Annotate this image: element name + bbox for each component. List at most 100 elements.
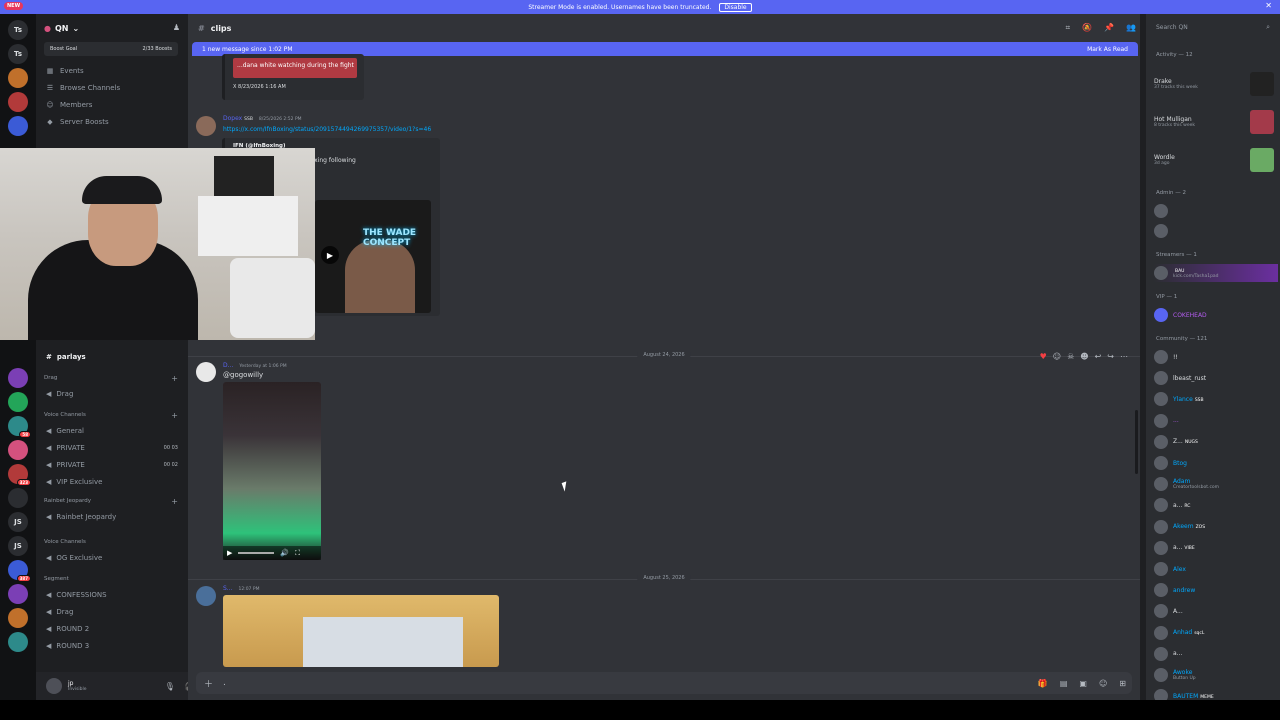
sticker-icon[interactable]: ▣ bbox=[1079, 679, 1087, 688]
add-reaction-icon[interactable]: ☻ bbox=[1080, 352, 1088, 361]
apps-icon[interactable]: ⊞ bbox=[1119, 679, 1126, 688]
activity-card[interactable]: Wordle 3d ago bbox=[1154, 146, 1278, 176]
close-icon[interactable]: ✕ bbox=[1265, 1, 1272, 10]
server-header[interactable]: ● QN ⌄ ♟ bbox=[36, 14, 186, 42]
member-item[interactable]: !! bbox=[1154, 348, 1278, 366]
nav-server-boosts[interactable]: ◆ Server Boosts bbox=[36, 113, 186, 130]
mute-icon[interactable]: 🔕 bbox=[1082, 23, 1092, 33]
play-icon[interactable]: ▶ bbox=[321, 246, 339, 264]
channel-og-exclusive[interactable]: ◀ OG Exclusive bbox=[36, 549, 186, 566]
add-channel-icon[interactable]: + bbox=[171, 411, 178, 420]
server-icon[interactable]: 58 bbox=[8, 416, 31, 438]
avatar[interactable] bbox=[196, 362, 216, 382]
member-item[interactable]: Btog bbox=[1154, 454, 1278, 472]
server-icon[interactable]: Ts bbox=[8, 20, 28, 40]
skull-reaction-icon[interactable]: ☠ bbox=[1067, 352, 1074, 361]
avatar[interactable] bbox=[196, 586, 216, 606]
fullscreen-icon[interactable]: ⛶ bbox=[295, 549, 300, 558]
member-item[interactable]: COKEHEAD bbox=[1154, 306, 1278, 324]
channel-drag-2[interactable]: ◀ Drag bbox=[36, 603, 186, 620]
channel-confessions[interactable]: ◀ CONFESSIONS bbox=[36, 586, 186, 603]
server-icon[interactable]: Ts bbox=[8, 44, 28, 64]
server-icon[interactable] bbox=[8, 368, 28, 388]
add-channel-icon[interactable]: + bbox=[171, 497, 178, 506]
channel-vip-exclusive[interactable]: ◀ VIP Exclusive bbox=[36, 473, 186, 490]
disable-button[interactable]: Disable bbox=[719, 2, 752, 12]
server-icon[interactable]: JS bbox=[8, 512, 28, 532]
member-item[interactable]: Anhad sqcL bbox=[1154, 624, 1278, 642]
channel-general[interactable]: ◀ General bbox=[36, 422, 186, 439]
server-icon[interactable] bbox=[8, 392, 28, 412]
activity-card[interactable]: Drake 37 tracks this week bbox=[1154, 70, 1278, 100]
member-item[interactable]: Akeem ZOS bbox=[1154, 518, 1278, 536]
message-link[interactable]: https://x.com/IfnBoxing/status/209157449… bbox=[223, 126, 431, 133]
member-item[interactable]: Alex bbox=[1154, 560, 1278, 578]
mark-as-read-button[interactable]: Mark As Read bbox=[1087, 46, 1128, 53]
server-icon[interactable] bbox=[8, 488, 28, 508]
more-icon[interactable]: ⋯ bbox=[1120, 352, 1128, 361]
category-voice-channels-2[interactable]: Voice Channels bbox=[36, 535, 186, 549]
gift-icon[interactable]: 🎁 bbox=[1038, 679, 1048, 688]
reply-icon[interactable]: ↩ bbox=[1095, 352, 1102, 361]
member-item[interactable]: ... bbox=[1154, 412, 1278, 430]
server-icon[interactable]: 323 bbox=[8, 464, 31, 486]
emoji-reaction-icon[interactable]: ☺ bbox=[1053, 352, 1061, 361]
channel-parlays[interactable]: # parlays bbox=[36, 348, 186, 365]
channel-private[interactable]: ◀ PRIVATE 00 02 bbox=[36, 456, 186, 473]
message-author[interactable]: D... Yesterday at 1:06 PM bbox=[223, 362, 287, 369]
boost-goal[interactable]: Boost Goal 2/33 Boosts bbox=[44, 42, 178, 56]
embed-video[interactable]: THE WADE CONCEPT ▶ bbox=[315, 200, 431, 313]
member-item[interactable]: A... bbox=[1154, 602, 1278, 620]
volume-icon[interactable]: 🔊 bbox=[280, 549, 289, 557]
nav-browse-channels[interactable]: ☰ Browse Channels bbox=[36, 79, 186, 96]
nav-members[interactable]: ☺ Members bbox=[36, 96, 186, 113]
threads-icon[interactable]: ⌗ bbox=[1066, 23, 1071, 33]
category-rainbet-jeopardy[interactable]: Rainbet Jeopardy + bbox=[36, 494, 186, 508]
member-item[interactable]: BAUTEM MEME bbox=[1154, 687, 1278, 700]
nav-events[interactable]: ▦ Events bbox=[36, 62, 186, 79]
emoji-icon[interactable]: ☺ bbox=[1099, 679, 1107, 688]
server-icon[interactable] bbox=[8, 68, 28, 88]
category-segment[interactable]: Segment bbox=[36, 572, 186, 586]
add-attachment-icon[interactable]: ＋ bbox=[204, 677, 213, 690]
server-icon[interactable]: 387 bbox=[8, 560, 31, 582]
avatar[interactable] bbox=[46, 678, 62, 694]
message-author[interactable]: S... 12:07 PM bbox=[223, 585, 259, 592]
channel-rainbet-jeopardy[interactable]: ◀ Rainbet Jeopardy bbox=[36, 508, 186, 525]
category-drag[interactable]: Drag + bbox=[36, 371, 186, 385]
channel-round-3[interactable]: ◀ ROUND 3 bbox=[36, 637, 186, 654]
gif-icon[interactable]: ▤ bbox=[1060, 679, 1068, 688]
server-icon[interactable] bbox=[8, 116, 28, 136]
add-channel-icon[interactable]: + bbox=[171, 374, 178, 383]
server-icon[interactable] bbox=[8, 608, 28, 628]
server-icon[interactable]: JS bbox=[8, 536, 28, 556]
progress-bar[interactable] bbox=[238, 552, 275, 554]
member-item[interactable]: a... RC bbox=[1154, 496, 1278, 514]
server-icon[interactable] bbox=[8, 584, 28, 604]
member-item[interactable]: Ylance SSB bbox=[1154, 390, 1278, 408]
member-item[interactable] bbox=[1154, 202, 1278, 220]
member-item[interactable]: andrew bbox=[1154, 581, 1278, 599]
member-item[interactable]: Z... NUGS bbox=[1154, 433, 1278, 451]
member-item[interactable]: a... VIBE bbox=[1154, 539, 1278, 557]
member-item[interactable]: BAU kick.com/Tasha1pad bbox=[1154, 264, 1278, 282]
play-icon[interactable]: ▶ bbox=[227, 549, 232, 557]
member-item[interactable]: a... bbox=[1154, 645, 1278, 663]
forward-icon[interactable]: ↪ bbox=[1107, 352, 1114, 361]
channel-round-2[interactable]: ◀ ROUND 2 bbox=[36, 620, 186, 637]
video-attachment[interactable] bbox=[223, 595, 499, 667]
scrollbar[interactable] bbox=[1135, 410, 1138, 474]
search-input[interactable]: Search QN ⌕ bbox=[1152, 20, 1274, 34]
member-item[interactable]: Adam Creatortoolsbot.com bbox=[1154, 475, 1278, 493]
microphone-icon[interactable]: 🎙 bbox=[165, 682, 175, 691]
member-item[interactable]: lbeast_rust bbox=[1154, 369, 1278, 387]
category-voice-channels[interactable]: Voice Channels + bbox=[36, 408, 186, 422]
member-list-icon[interactable]: 👥 bbox=[1126, 23, 1136, 33]
member-item[interactable] bbox=[1154, 222, 1278, 240]
channel-drag[interactable]: ◀ Drag bbox=[36, 385, 186, 402]
member-item[interactable]: Awoke Button Up bbox=[1154, 666, 1278, 684]
channel-private[interactable]: ◀ PRIVATE 00 03 bbox=[36, 439, 186, 456]
server-icon[interactable] bbox=[8, 440, 28, 460]
server-icon[interactable] bbox=[8, 632, 28, 652]
server-icon[interactable] bbox=[8, 92, 28, 112]
